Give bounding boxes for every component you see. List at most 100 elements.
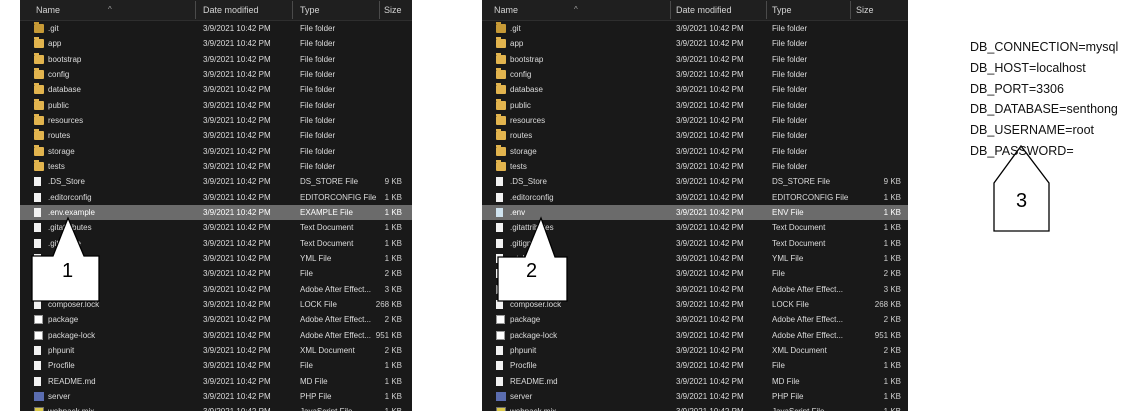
file-row[interactable]: webpack.mix 3/9/2021 10:42 PM JavaScript F…	[482, 404, 908, 411]
file-row[interactable]: package-lock 3/9/2021 10:42 PM Adobe After…	[20, 328, 412, 343]
file-row[interactable]: storage 3/9/2021 10:42 PM File folder	[20, 144, 412, 159]
file-row[interactable]: webpack.mix 3/9/2021 10:42 PM JavaScript F…	[20, 404, 412, 411]
file-row[interactable]: .DS_Store 3/9/2021 10:42 PM DS_STORE File 9…	[482, 174, 908, 189]
file-row[interactable]: tests 3/9/2021 10:42 PM File folder	[482, 159, 908, 174]
file-name: webpack.mix	[510, 407, 556, 411]
file-row[interactable]: package-lock 3/9/2021 10:42 PM Adobe After…	[482, 328, 908, 343]
file-row[interactable]: config 3/9/2021 10:42 PM File folder	[482, 67, 908, 82]
file-date-modified: 3/9/2021 10:42 PM	[203, 330, 271, 340]
column-divider[interactable]	[379, 1, 380, 19]
file-type: MD File	[300, 376, 328, 386]
file-row[interactable]: database 3/9/2021 10:42 PM File folder	[482, 82, 908, 97]
file-row[interactable]: public 3/9/2021 10:42 PM File folder	[20, 98, 412, 113]
column-header: Name ^ Date modified Type Size	[20, 0, 412, 21]
folder-icon	[496, 159, 506, 171]
file-type: Text Document	[772, 238, 826, 248]
file-row[interactable]: .editorconfig 3/9/2021 10:42 PM EDITORCONF…	[20, 190, 412, 205]
file-size: 3 KB	[384, 284, 402, 294]
column-divider[interactable]	[766, 1, 767, 19]
folder-icon	[496, 52, 506, 64]
file-row[interactable]: database 3/9/2021 10:42 PM File folder	[20, 82, 412, 97]
column-divider[interactable]	[850, 1, 851, 19]
file-row[interactable]: Procfile 3/9/2021 10:42 PM File 1 KB	[20, 358, 412, 373]
column-name[interactable]: Name	[36, 5, 60, 15]
file-row[interactable]: app 3/9/2021 10:42 PM File folder	[20, 36, 412, 51]
file-date-modified: 3/9/2021 10:42 PM	[676, 161, 744, 171]
column-divider[interactable]	[292, 1, 293, 19]
file-date-modified: 3/9/2021 10:42 PM	[203, 115, 271, 125]
file-icon	[496, 192, 503, 202]
file-name: routes	[510, 131, 533, 141]
file-date-modified: 3/9/2021 10:42 PM	[676, 115, 744, 125]
file-row[interactable]: bootstrap 3/9/2021 10:42 PM File folder	[20, 52, 412, 67]
column-name[interactable]: Name	[494, 5, 518, 15]
column-date-modified[interactable]: Date modified	[203, 5, 259, 15]
column-divider[interactable]	[195, 1, 196, 19]
file-name: .editorconfig	[510, 192, 554, 202]
file-row[interactable]: bootstrap 3/9/2021 10:42 PM File folder	[482, 52, 908, 67]
column-size[interactable]: Size	[856, 5, 874, 15]
file-row[interactable]: server 3/9/2021 10:42 PM PHP File 1 KB	[20, 389, 412, 404]
file-date-modified: 3/9/2021 10:42 PM	[676, 315, 744, 325]
file-type: File folder	[300, 69, 336, 79]
file-row[interactable]: public 3/9/2021 10:42 PM File folder	[482, 98, 908, 113]
file-type: File folder	[300, 24, 336, 33]
file-date-modified: 3/9/2021 10:42 PM	[203, 161, 271, 171]
file-date-modified: 3/9/2021 10:42 PM	[203, 238, 271, 248]
file-row[interactable]: app 3/9/2021 10:42 PM File folder	[482, 36, 908, 51]
file-row[interactable]: .git 3/9/2021 10:42 PM File folder	[482, 21, 908, 36]
sort-ascending-icon: ^	[574, 5, 578, 14]
file-row[interactable]: tests 3/9/2021 10:42 PM File folder	[20, 159, 412, 174]
file-type: Adobe After Effect...	[772, 330, 844, 340]
column-divider[interactable]	[670, 1, 671, 19]
file-name: config	[48, 69, 70, 79]
file-row[interactable]: Procfile 3/9/2021 10:42 PM File 1 KB	[482, 358, 908, 373]
file-row[interactable]: README.md 3/9/2021 10:42 PM MD File 1 KB	[482, 374, 908, 389]
file-date-modified: 3/9/2021 10:42 PM	[676, 391, 744, 401]
folder-icon	[496, 22, 506, 33]
file-date-modified: 3/9/2021 10:42 PM	[203, 100, 271, 110]
file-size: 2 KB	[883, 345, 901, 355]
file-row[interactable]: routes 3/9/2021 10:42 PM File folder	[20, 128, 412, 143]
app-file-icon	[34, 330, 43, 340]
file-row[interactable]: resources 3/9/2021 10:42 PM File folder	[20, 113, 412, 128]
file-row[interactable]: .editorconfig 3/9/2021 10:42 PM EDITORCONF…	[482, 190, 908, 205]
file-type: EXAMPLE File	[300, 207, 353, 217]
file-name: phpunit	[48, 345, 75, 355]
file-list: .git 3/9/2021 10:42 PM File folder app 3/9/2…	[482, 21, 908, 411]
file-name: .env.example	[48, 207, 95, 217]
file-date-modified: 3/9/2021 10:42 PM	[676, 330, 744, 340]
file-row[interactable]: resources 3/9/2021 10:42 PM File folder	[482, 113, 908, 128]
file-row[interactable]: .DS_Store 3/9/2021 10:42 PM DS_STORE File 9…	[20, 174, 412, 189]
file-date-modified: 3/9/2021 10:42 PM	[676, 345, 744, 355]
file-type: File folder	[300, 146, 336, 156]
file-date-modified: 3/9/2021 10:42 PM	[203, 284, 271, 294]
file-size: 2 KB	[384, 345, 402, 355]
file-row[interactable]: README.md 3/9/2021 10:42 PM MD File 1 KB	[20, 374, 412, 389]
js-file-icon	[34, 407, 44, 411]
file-row[interactable]: .git 3/9/2021 10:42 PM File folder	[20, 21, 412, 36]
file-type: File folder	[772, 24, 808, 33]
file-icon	[496, 177, 503, 187]
file-date-modified: 3/9/2021 10:42 PM	[676, 361, 744, 371]
file-row[interactable]: config 3/9/2021 10:42 PM File folder	[20, 67, 412, 82]
file-size: 2 KB	[883, 315, 901, 325]
file-type: ENV File	[772, 207, 804, 217]
file-size: 1 KB	[883, 207, 901, 217]
file-row[interactable]: phpunit 3/9/2021 10:42 PM XML Document 2 KB	[482, 343, 908, 358]
file-date-modified: 3/9/2021 10:42 PM	[676, 39, 744, 49]
file-size: 2 KB	[883, 269, 901, 279]
file-row[interactable]: phpunit 3/9/2021 10:42 PM XML Document 2 KB	[20, 343, 412, 358]
file-row[interactable]: routes 3/9/2021 10:42 PM File folder	[482, 128, 908, 143]
column-size[interactable]: Size	[384, 5, 402, 15]
env-line: DB_PASSWORD=	[970, 143, 1074, 158]
file-date-modified: 3/9/2021 10:42 PM	[676, 238, 744, 248]
file-row[interactable]: package 3/9/2021 10:42 PM Adobe After Effe…	[482, 312, 908, 327]
column-date-modified[interactable]: Date modified	[676, 5, 732, 15]
file-row[interactable]: server 3/9/2021 10:42 PM PHP File 1 KB	[482, 389, 908, 404]
file-row[interactable]: storage 3/9/2021 10:42 PM File folder	[482, 144, 908, 159]
column-type[interactable]: Type	[772, 5, 792, 15]
column-type[interactable]: Type	[300, 5, 320, 15]
file-row[interactable]: package 3/9/2021 10:42 PM Adobe After Effe…	[20, 312, 412, 327]
file-size: 1 KB	[883, 192, 901, 202]
